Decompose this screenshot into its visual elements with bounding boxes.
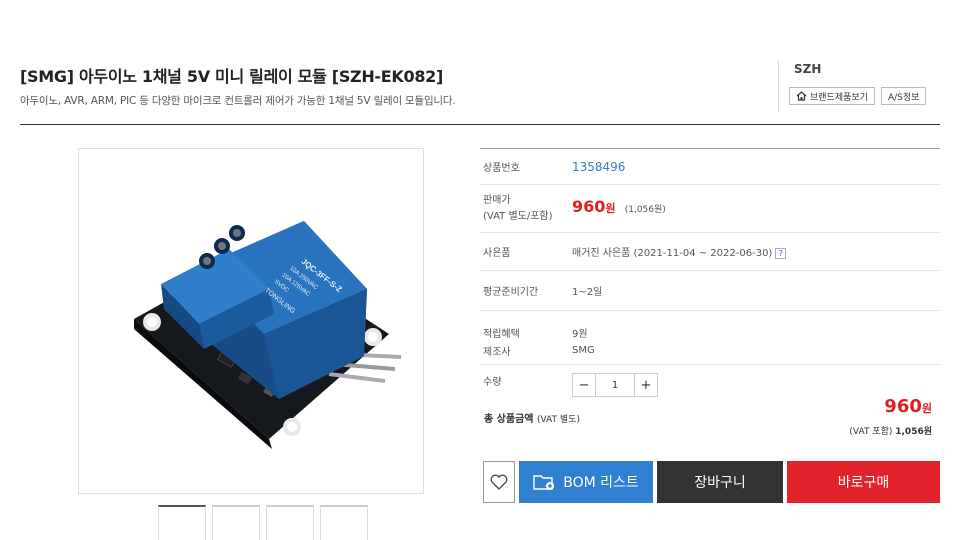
code-value[interactable]: 1358496: [572, 160, 940, 174]
wishlist-button[interactable]: [483, 461, 515, 503]
action-bar: BOM 리스트 장바구니 바로구매: [483, 461, 940, 503]
price-value: 960: [572, 197, 606, 216]
home-icon: [796, 91, 807, 101]
relay-module-image: JQC-3FF-S-Z 10A 250VAC 10A 125VAC SVDC T…: [134, 221, 402, 449]
bom-list-label: BOM 리스트: [563, 475, 639, 491]
price-vat: (1,056원): [624, 205, 666, 215]
thumbnail-strip: [158, 505, 368, 540]
total-vat: (VAT 포함) 1,056원: [849, 424, 932, 437]
price-label-vat: (VAT 별도/포함): [483, 211, 553, 222]
qty-minus-button[interactable]: −: [572, 373, 596, 397]
points-value: 9원: [572, 328, 588, 340]
prep-label: 평균준비기간: [483, 287, 539, 298]
thumbnail[interactable]: [158, 505, 206, 540]
total-price: 960원: [884, 396, 932, 417]
total-label-text: 총 상품금액: [484, 414, 534, 425]
info-row-price: 판매가 (VAT 별도/포함) 960원 (1,056원): [480, 185, 940, 233]
qty-input[interactable]: 1: [596, 373, 634, 397]
total-vat-price: 1,056원: [895, 427, 932, 437]
gift-label: 사은품: [483, 248, 511, 259]
total-label-vat: (VAT 별도): [536, 415, 580, 425]
info-row-qty: 수량 − 1 +: [480, 365, 940, 407]
total-label: 총 상품금액 (VAT 별도): [484, 410, 580, 425]
brand-box: SZH 브랜드제품보기 A/S정보: [778, 60, 940, 112]
thumbnail[interactable]: [266, 505, 314, 540]
bom-list-button[interactable]: BOM 리스트: [519, 461, 653, 503]
price-label: 판매가: [483, 195, 511, 206]
thumbnail[interactable]: [320, 505, 368, 540]
buy-now-button[interactable]: 바로구매: [787, 461, 940, 503]
as-info-label: A/S정보: [887, 92, 920, 103]
qty-label: 수량: [483, 377, 502, 388]
heart-icon: [490, 474, 508, 490]
product-info-table: 상품번호 1358496 판매가 (VAT 별도/포함) 960원 (1,056…: [480, 148, 940, 407]
prep-value: 1~2일: [572, 287, 603, 298]
total-vat-label: (VAT 포함): [849, 427, 893, 437]
product-title: [SMG] 아두이노 1채널 5V 미니 릴레이 모듈 [SZH-EK082]: [20, 67, 444, 86]
maker-label: 제조사: [483, 346, 511, 358]
help-icon[interactable]: ?: [775, 247, 787, 259]
maker-value: SMG: [572, 344, 595, 356]
cart-label: 장바구니: [694, 475, 746, 491]
header-divider: [20, 124, 940, 125]
folder-plus-icon: [533, 475, 555, 490]
code-label: 상품번호: [483, 163, 520, 174]
info-row-code: 상품번호 1358496: [480, 149, 940, 185]
add-to-cart-button[interactable]: 장바구니: [657, 461, 783, 503]
brand-name: SZH: [794, 62, 822, 76]
total-price-unit: 원: [921, 402, 932, 415]
info-row-points: 적립혜택 9원 제조사 SMG: [480, 311, 940, 365]
info-row-prep: 평균준비기간 1~2일: [480, 271, 940, 311]
buy-label: 바로구매: [837, 475, 890, 491]
quantity-stepper: − 1 +: [572, 373, 940, 397]
qty-plus-button[interactable]: +: [634, 373, 658, 397]
gift-value: 매거진 사은품 (2021-11-04 ~ 2022-06-30): [572, 248, 773, 259]
brand-products-label: 브랜드제품보기: [810, 92, 868, 103]
product-subtitle: 아두이노, AVR, ARM, PIC 등 다양한 마이크로 컨트롤러 제어가 …: [20, 95, 456, 107]
total-price-value: 960: [884, 396, 922, 417]
product-image[interactable]: JQC-3FF-S-Z 10A 250VAC 10A 125VAC SVDC T…: [78, 148, 424, 494]
brand-products-button[interactable]: 브랜드제품보기: [789, 87, 875, 105]
points-label: 적립혜택: [483, 328, 520, 340]
as-info-button[interactable]: A/S정보: [880, 87, 927, 105]
thumbnail[interactable]: [212, 505, 260, 540]
info-row-gift: 사은품 매거진 사은품 (2021-11-04 ~ 2022-06-30)?: [480, 233, 940, 271]
price-unit: 원: [605, 202, 616, 215]
